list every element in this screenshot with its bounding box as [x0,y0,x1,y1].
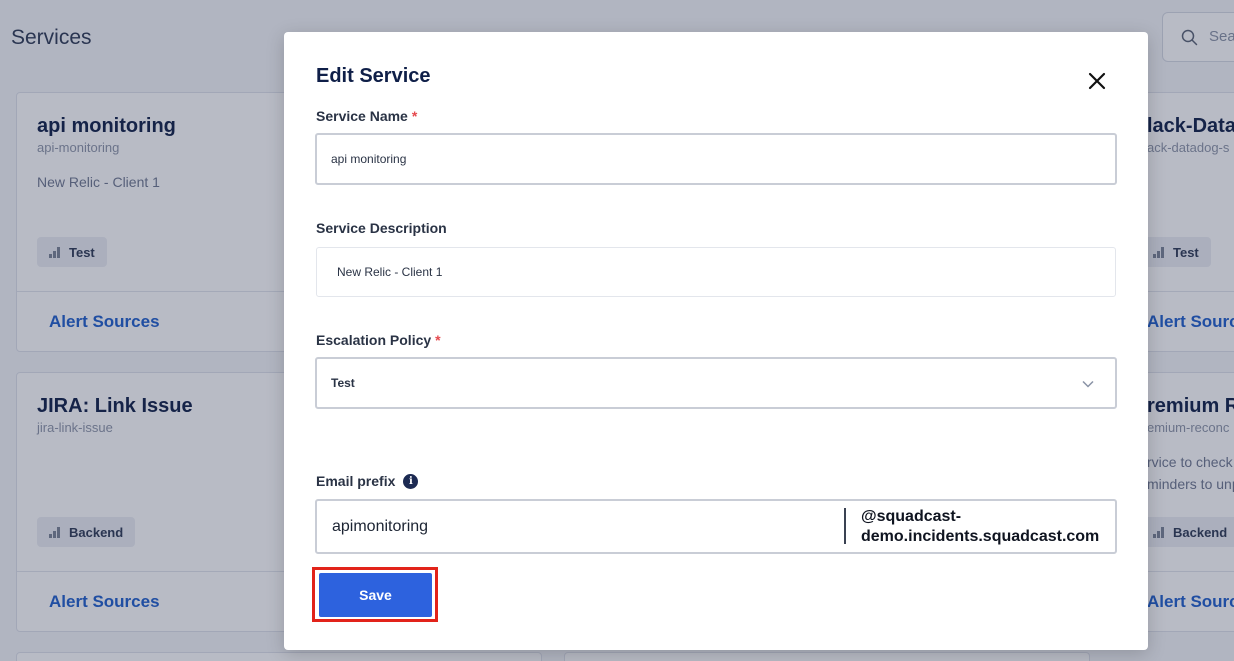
service-name-label-text: Service Name [316,108,408,124]
save-button[interactable]: Save [319,573,432,617]
escalation-policy-value: Test [331,376,355,390]
service-description-label: Service Description [316,220,447,236]
edit-service-modal: Edit Service Service Name * api monitori… [284,32,1148,650]
service-description-label-text: Service Description [316,220,447,236]
info-icon[interactable]: i [403,473,419,489]
close-icon[interactable] [1086,70,1108,92]
service-name-label: Service Name * [316,108,417,124]
required-mark: * [435,332,441,348]
escalation-policy-select[interactable]: Test [315,357,1117,409]
service-description-input[interactable]: New Relic - Client 1 [316,247,1116,297]
escalation-policy-label-text: Escalation Policy [316,332,432,348]
service-name-input[interactable]: api monitoring [315,133,1117,185]
modal-title: Edit Service [316,65,431,87]
email-prefix-label-text: Email prefix [316,473,396,489]
email-prefix-field: apimonitoring @squadcast- demo.incidents… [315,499,1117,554]
email-prefix-label: Email prefix i [316,473,419,489]
email-prefix-input[interactable]: apimonitoring [317,501,844,552]
chevron-down-icon [1082,380,1094,388]
email-domain-suffix: @squadcast- demo.incidents.squadcast.com [861,508,1100,545]
escalation-policy-label: Escalation Policy * [316,332,441,348]
required-mark: * [411,108,418,124]
